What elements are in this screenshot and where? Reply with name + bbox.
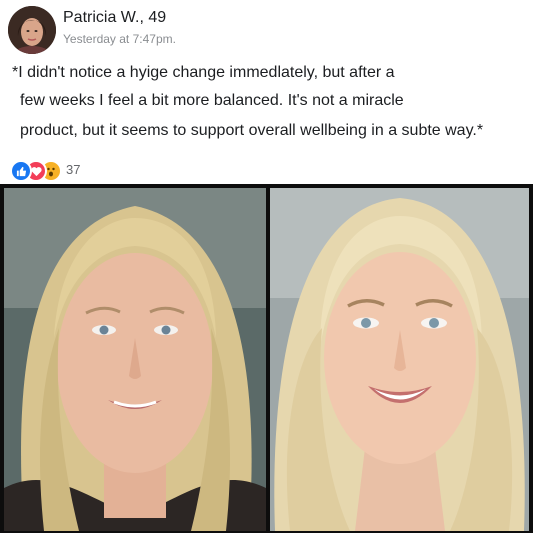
before-photo[interactable] [4,188,266,531]
author-name[interactable]: Patricia W., 49 [63,9,166,27]
like-icon [10,160,32,182]
post-text-line: *I didn't notice a hyige change immedlat… [12,64,395,81]
post-header: Patricia W., 49 Yesterday at 7:47pm. [0,0,533,62]
reactions-bar[interactable]: 37 [10,158,210,182]
after-photo[interactable] [270,188,529,531]
post-text-line: few weeks I feel a bit more balanced. It… [20,92,404,109]
post-text-line: product, but it seems to support overall… [20,122,484,139]
reaction-count[interactable]: 37 [66,162,80,177]
photo-comparison [0,184,533,533]
post-timestamp[interactable]: Yesterday at 7:47pm. [63,32,176,46]
avatar[interactable] [8,6,56,54]
